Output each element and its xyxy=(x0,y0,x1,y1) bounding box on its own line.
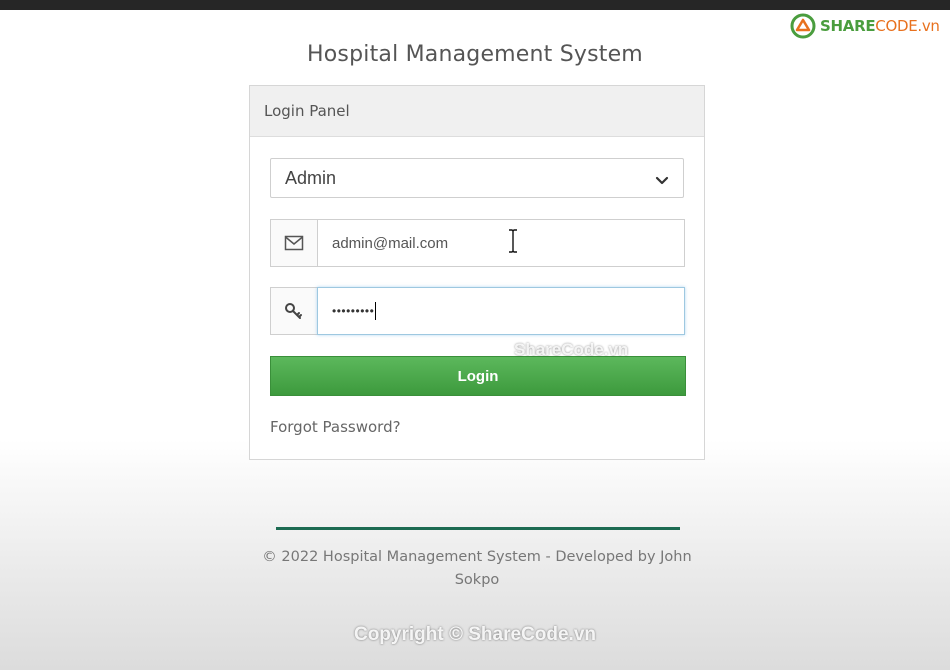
brand-text-share: SHARE xyxy=(820,17,876,35)
role-select[interactable]: Admin xyxy=(270,158,684,198)
role-select-value: Admin xyxy=(285,167,337,188)
password-input-group: ••••••••• xyxy=(270,287,685,335)
panel-heading: Login Panel xyxy=(250,86,704,137)
footer-text: © 2022 Hospital Management System - Deve… xyxy=(262,549,692,588)
sharecode-logo-icon xyxy=(790,13,816,39)
envelope-icon xyxy=(270,219,317,267)
email-field[interactable]: admin@mail.com xyxy=(317,219,685,267)
text-caret xyxy=(375,302,377,320)
email-input-group: admin@mail.com xyxy=(270,219,685,267)
forgot-password-link[interactable]: Forgot Password? xyxy=(270,418,401,436)
brand-text-code: CODE.vn xyxy=(875,17,940,35)
footer-divider xyxy=(276,527,680,530)
password-value: ••••••••• xyxy=(332,304,375,318)
page-title: Hospital Management System xyxy=(307,42,643,67)
email-value: admin@mail.com xyxy=(332,234,449,252)
watermark-middle: ShareCode.vn xyxy=(514,340,629,359)
chevron-down-icon xyxy=(655,171,669,185)
brand-text: SHARECODE.vn xyxy=(820,17,940,35)
key-icon xyxy=(270,287,317,335)
password-field[interactable]: ••••••••• xyxy=(317,287,685,335)
watermark-bottom: Copyright © ShareCode.vn xyxy=(353,624,597,645)
brand-logo: SHARECODE.vn xyxy=(790,12,940,40)
text-cursor-icon xyxy=(508,229,518,253)
login-panel: Login Panel Admin admin@mail.com •••••••… xyxy=(249,85,705,460)
login-button[interactable]: Login xyxy=(270,356,686,396)
top-bar xyxy=(0,0,950,10)
